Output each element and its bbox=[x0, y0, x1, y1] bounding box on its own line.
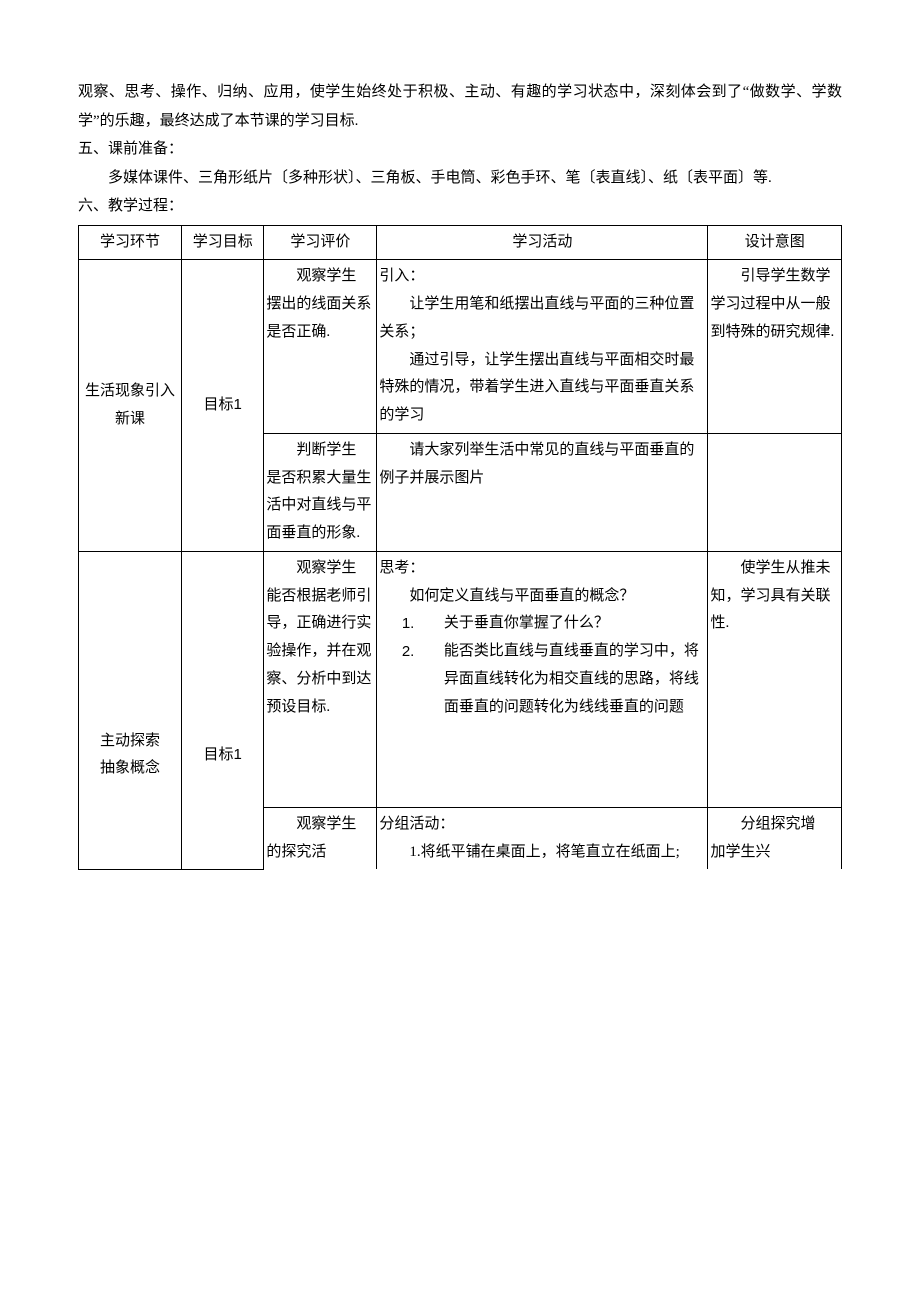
cell-activity: 分组活动： 1.将纸平铺在桌面上，将笔直立在纸面上; bbox=[377, 807, 708, 869]
activity-lead: 分组活动： bbox=[379, 811, 705, 839]
activity-para: 通过引导，让学生摆出直线与平面相交时最特殊的情况，带着学生进入直线与平面垂直关系… bbox=[379, 347, 705, 430]
th-activity: 学习活动 bbox=[377, 225, 708, 260]
li-num: 1. bbox=[402, 610, 415, 638]
table-row: 生活现象引入 新课 目标1 观察学生摆出的线面关系是否正确. 引入： 让学生用笔… bbox=[79, 260, 842, 434]
activity-para: 让学生用笔和纸摆出直线与平面的三种位置关系； bbox=[379, 291, 705, 347]
eval-first: 观察学生 bbox=[266, 555, 374, 583]
intent-para: 分组探究增 bbox=[710, 811, 839, 839]
eval-first: 观察学生 bbox=[266, 811, 374, 839]
cell-phase: 生活现象引入 新课 bbox=[79, 260, 182, 552]
phase-line2: 新课 bbox=[115, 411, 145, 427]
body-para: 观察、思考、操作、归纳、应用，使学生始终处于积极、主动、有趣的学习状态中，深刻体… bbox=[78, 78, 842, 135]
activity-lead: 思考： bbox=[379, 555, 705, 583]
cell-eval: 观察学生能否根据老师引导，正确进行实验操作，并在观察、分析中到达预设目标. bbox=[264, 551, 377, 807]
cell-intent bbox=[708, 433, 842, 551]
th-eval: 学习评价 bbox=[264, 225, 377, 260]
eval-rest: 能否根据老师引导，正确进行实验操作，并在观察、分析中到达预设目标. bbox=[266, 588, 371, 715]
activity-para: 如何定义直线与平面垂直的概念？ bbox=[379, 583, 705, 611]
cell-eval: 观察学生摆出的线面关系是否正确. bbox=[264, 260, 377, 434]
think-list: 1. 关于垂直你掌握了什么？ 2. 能否类比直线与直线垂直的学习中，将异面直线转化为… bbox=[379, 610, 705, 721]
table-row: 主动探索 抽象概念 目标1 观察学生能否根据老师引导，正确进行实验操作，并在观察… bbox=[79, 551, 842, 807]
activity-para: 1.将纸平铺在桌面上，将笔直立在纸面上; bbox=[379, 839, 705, 867]
th-intent: 设计意图 bbox=[708, 225, 842, 260]
heading-preparation: 五、课前准备： bbox=[78, 135, 842, 164]
intent-para: 引导学生数学学习过程中从一般到特殊的研究规律. bbox=[710, 263, 839, 346]
cell-activity: 请大家列举生活中常见的直线与平面垂直的例子并展示图片 bbox=[377, 433, 708, 551]
eval-rest: 是否积累大量生活中对直线与平面垂直的形象. bbox=[266, 470, 371, 542]
activity-para: 请大家列举生活中常见的直线与平面垂直的例子并展示图片 bbox=[379, 437, 705, 493]
goal-text: 目标1 bbox=[204, 397, 242, 413]
li-num: 2. bbox=[402, 638, 415, 666]
eval-rest: 摆出的线面关系是否正确. bbox=[266, 296, 371, 340]
teaching-process-table: 学习环节 学习目标 学习评价 学习活动 设计意图 生活现象引入 新课 目标1 观… bbox=[78, 225, 842, 870]
cell-activity: 引入： 让学生用笔和纸摆出直线与平面的三种位置关系； 通过引导，让学生摆出直线与… bbox=[377, 260, 708, 434]
eval-first: 判断学生 bbox=[266, 437, 374, 465]
th-goal: 学习目标 bbox=[182, 225, 264, 260]
cell-eval: 观察学生的探究活 bbox=[264, 807, 377, 869]
heading-process: 六、教学过程： bbox=[78, 192, 842, 221]
phase-line1: 主动探索 bbox=[100, 733, 160, 749]
cell-goal: 目标1 bbox=[182, 260, 264, 552]
intent-para: 加学生兴 bbox=[710, 844, 770, 860]
li-text: 关于垂直你掌握了什么？ bbox=[444, 615, 609, 631]
goal-text: 目标1 bbox=[204, 747, 242, 763]
cell-goal: 目标1 bbox=[182, 551, 264, 869]
list-item: 2. 能否类比直线与直线垂直的学习中，将异面直线转化为相交直线的思路，将线面垂直的… bbox=[402, 638, 706, 721]
phase-line2: 抽象概念 bbox=[100, 760, 160, 776]
table-header-row: 学习环节 学习目标 学习评价 学习活动 设计意图 bbox=[79, 225, 842, 260]
li-text: 能否类比直线与直线垂直的学习中，将异面直线转化为相交直线的思路，将线面垂直的问题… bbox=[444, 643, 699, 715]
eval-rest: 的探究活 bbox=[266, 844, 326, 860]
preparation-text: 多媒体课件、三角形纸片〔多种形状〕、三角板、手电筒、彩色手环、笔〔表直线〕、纸〔… bbox=[78, 164, 842, 193]
cell-intent: 使学生从推未知，学习具有关联性. bbox=[708, 551, 842, 807]
cell-intent: 引导学生数学学习过程中从一般到特殊的研究规律. bbox=[708, 260, 842, 434]
cell-activity: 思考： 如何定义直线与平面垂直的概念？ 1. 关于垂直你掌握了什么？ 2. 能否类比… bbox=[377, 551, 708, 807]
eval-first: 观察学生 bbox=[266, 263, 374, 291]
intent-para: 使学生从推未知，学习具有关联性. bbox=[710, 555, 839, 638]
list-item: 1. 关于垂直你掌握了什么？ bbox=[402, 610, 706, 638]
cell-eval: 判断学生是否积累大量生活中对直线与平面垂直的形象. bbox=[264, 433, 377, 551]
cell-phase: 主动探索 抽象概念 bbox=[79, 551, 182, 869]
activity-lead: 引入： bbox=[379, 263, 705, 291]
phase-line1: 生活现象引入 bbox=[85, 383, 175, 399]
th-phase: 学习环节 bbox=[79, 225, 182, 260]
cell-intent: 分组探究增加学生兴 bbox=[708, 807, 842, 869]
